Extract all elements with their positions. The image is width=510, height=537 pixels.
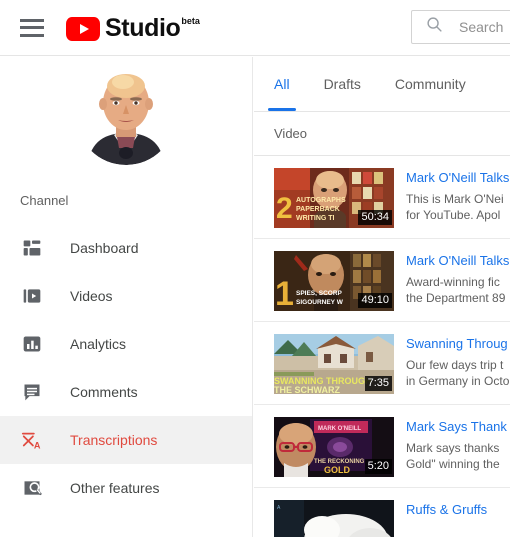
sidebar-item-label: Comments bbox=[70, 384, 138, 400]
video-description-line2: Gold" winning the bbox=[406, 457, 500, 471]
hamburger-menu-icon[interactable] bbox=[20, 18, 44, 37]
video-thumbnail[interactable]: MARK O'NEILL THE RECKONING GOLD 5:20 bbox=[274, 417, 394, 477]
top-bar: Studio beta bbox=[0, 0, 510, 56]
tab-community[interactable]: Community bbox=[395, 57, 466, 111]
video-title[interactable]: Mark O'Neill Talks bbox=[406, 169, 510, 186]
video-thumbnail[interactable]: A bbox=[274, 500, 394, 537]
tab-label: Drafts bbox=[323, 76, 361, 92]
sidebar-item-transcriptions[interactable]: A Transcriptions bbox=[0, 416, 252, 464]
sidebar-item-label: Other features bbox=[70, 480, 160, 496]
video-title[interactable]: Mark O'Neill Talks bbox=[406, 252, 510, 269]
sidebar-item-videos[interactable]: Videos bbox=[0, 272, 252, 320]
content-tabs: All Drafts Community bbox=[254, 57, 510, 111]
brand-name: Studio bbox=[105, 13, 181, 42]
video-description-line2: in Germany in Octo bbox=[406, 374, 510, 388]
video-duration: 49:10 bbox=[358, 293, 392, 308]
youtube-play-logo-icon bbox=[66, 16, 100, 41]
svg-text:SPIES, SCORP: SPIES, SCORP bbox=[296, 290, 343, 297]
translate-icon: A bbox=[20, 428, 44, 452]
sidebar-item-label: Transcriptions bbox=[70, 432, 158, 448]
tab-label: All bbox=[274, 76, 290, 92]
video-duration: 5:20 bbox=[364, 459, 392, 474]
svg-text:THE SCHWARZ: THE SCHWARZ bbox=[274, 385, 340, 394]
svg-text:WRITING TI: WRITING TI bbox=[296, 215, 335, 222]
channel-section-label: Channel bbox=[20, 193, 69, 208]
analytics-icon bbox=[20, 332, 44, 356]
svg-text:AUTOGRAPHS: AUTOGRAPHS bbox=[296, 197, 346, 204]
video-thumbnail[interactable]: 1 SPIES, SCORP SIGOURNEY W 49:10 bbox=[274, 251, 394, 311]
video-description-line1: Our few days trip t bbox=[406, 358, 504, 372]
sidebar-item-label: Analytics bbox=[70, 336, 127, 352]
video-title[interactable]: Ruffs & Gruffs bbox=[406, 501, 510, 518]
table-row[interactable]: A Ruffs & Gruffs bbox=[254, 488, 510, 537]
video-meta: Mark Says Thank Mark says thanks Gold" w… bbox=[406, 417, 510, 472]
avatar-container bbox=[0, 57, 252, 165]
table-row[interactable]: 2 AUTOGRAPHS PAPERBACK WRITING TI 50:34 … bbox=[254, 156, 510, 239]
search-input[interactable] bbox=[459, 19, 510, 35]
svg-text:MARK O'NEILL: MARK O'NEILL bbox=[318, 426, 361, 432]
brand-beta-tag: beta bbox=[181, 15, 200, 26]
sidebar-item-dashboard[interactable]: Dashboard bbox=[0, 224, 252, 272]
tab-label: Community bbox=[394, 76, 466, 92]
sidebar-nav: Dashboard Videos Analytics Comments A Tr… bbox=[0, 224, 252, 512]
search-icon bbox=[426, 16, 443, 38]
video-description-line1: This is Mark O'Nei bbox=[406, 192, 504, 206]
comments-icon bbox=[20, 380, 44, 404]
svg-text:A: A bbox=[34, 440, 41, 450]
video-meta: Swanning Throug Our few days trip t in G… bbox=[406, 334, 510, 389]
svg-text:PAPERBACK: PAPERBACK bbox=[296, 206, 340, 213]
avatar[interactable] bbox=[76, 65, 176, 165]
video-duration: 7:35 bbox=[364, 376, 392, 391]
search-box[interactable] bbox=[411, 10, 510, 44]
video-thumbnail[interactable]: 2 AUTOGRAPHS PAPERBACK WRITING TI 50:34 bbox=[274, 168, 394, 228]
video-meta: Ruffs & Gruffs bbox=[406, 500, 510, 518]
video-column-header: Video bbox=[254, 112, 510, 156]
video-meta: Mark O'Neill Talks Award-winning fic the… bbox=[406, 251, 510, 306]
table-row[interactable]: 1 SPIES, SCORP SIGOURNEY W 49:10 Mark O'… bbox=[254, 239, 510, 322]
dashboard-icon bbox=[20, 236, 44, 260]
video-description-line1: Award-winning fic bbox=[406, 275, 500, 289]
youtube-studio-app: Studio beta Search Channel Dashboard Vid… bbox=[0, 0, 510, 537]
svg-text:2: 2 bbox=[276, 192, 293, 225]
main-content: All Drafts Community Video 2 AUTOGRAPHS … bbox=[254, 57, 510, 537]
tab-all[interactable]: All bbox=[268, 57, 295, 111]
table-row[interactable]: MARK O'NEILL THE RECKONING GOLD 5:20 Mar… bbox=[254, 405, 510, 488]
svg-text:GOLD: GOLD bbox=[324, 465, 350, 475]
videos-icon bbox=[20, 284, 44, 308]
video-meta: Mark O'Neill Talks This is Mark O'Nei fo… bbox=[406, 168, 510, 223]
video-description-line2: the Department 89 bbox=[406, 291, 506, 305]
svg-text:1: 1 bbox=[275, 275, 294, 311]
sidebar-item-label: Videos bbox=[70, 288, 113, 304]
svg-text:SIGOURNEY W: SIGOURNEY W bbox=[296, 299, 344, 306]
studio-brand-logo[interactable]: Studio beta bbox=[66, 15, 200, 41]
sidebar: Channel Dashboard Videos Analytics Comme… bbox=[0, 57, 253, 537]
sidebar-item-label: Dashboard bbox=[70, 240, 139, 256]
table-row[interactable]: SWANNING THROUGH THE SCHWARZ 7:35 Swanni… bbox=[254, 322, 510, 405]
video-thumbnail[interactable]: SWANNING THROUGH THE SCHWARZ 7:35 bbox=[274, 334, 394, 394]
tab-drafts[interactable]: Drafts bbox=[324, 57, 361, 111]
video-title[interactable]: Swanning Throug bbox=[406, 335, 510, 352]
video-description-line1: Mark says thanks bbox=[406, 441, 500, 455]
video-description-line2: for YouTube. Apol bbox=[406, 208, 501, 222]
sidebar-item-other-features[interactable]: Other features bbox=[0, 464, 252, 512]
sidebar-item-comments[interactable]: Comments bbox=[0, 368, 252, 416]
sidebar-item-analytics[interactable]: Analytics bbox=[0, 320, 252, 368]
other-features-icon bbox=[20, 476, 44, 500]
video-duration: 50:34 bbox=[358, 210, 392, 225]
video-title[interactable]: Mark Says Thank bbox=[406, 418, 510, 435]
